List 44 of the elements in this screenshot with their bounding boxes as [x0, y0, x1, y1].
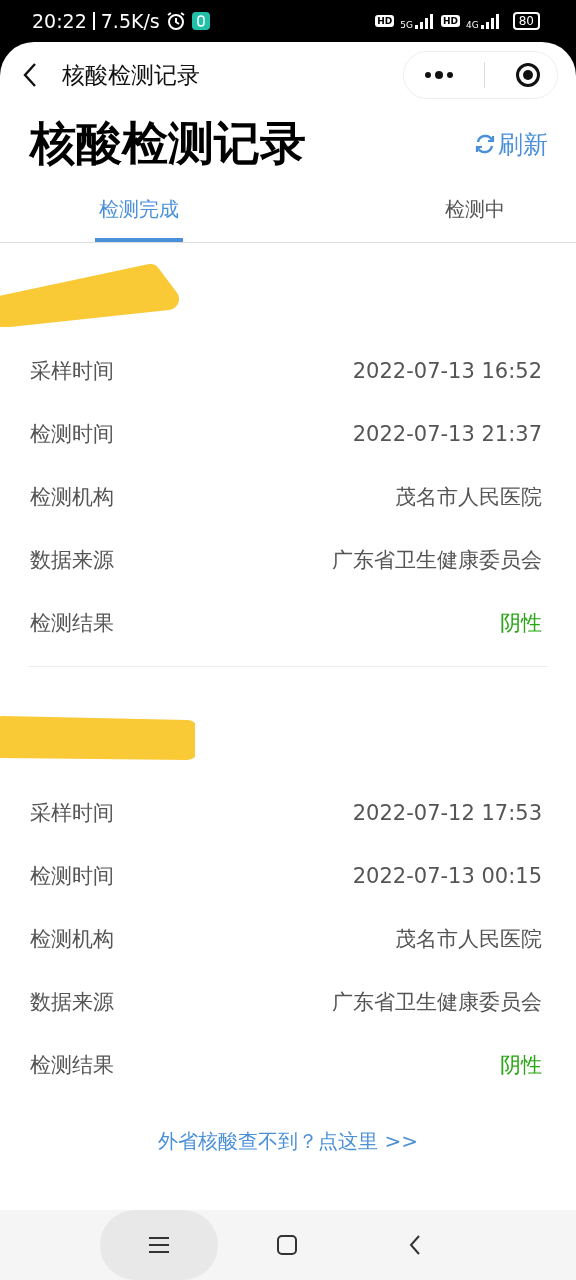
- field-label: 检测机构: [30, 483, 114, 511]
- back-key-icon[interactable]: [408, 1234, 422, 1256]
- app-notification-icon: [191, 12, 210, 30]
- more-icon[interactable]: [424, 70, 454, 80]
- back-icon[interactable]: [22, 62, 38, 88]
- tab[interactable]: 检测完成: [95, 180, 183, 242]
- field-value: 茂名市人民医院: [395, 483, 542, 511]
- field-value: 2022-07-12 17:53: [352, 800, 542, 825]
- field-label: 检测时间: [30, 420, 114, 448]
- menu-icon: [148, 1236, 170, 1254]
- other-province-link[interactable]: 外省核酸查不到？点这里 >>: [158, 1128, 418, 1155]
- field-value: 阴性: [500, 609, 542, 637]
- network-type: 4G: [466, 20, 479, 30]
- field-label: 检测结果: [30, 609, 114, 637]
- field-value: 阴性: [500, 1051, 542, 1079]
- home-key-icon[interactable]: [276, 1234, 298, 1256]
- refresh-button[interactable]: 刷新: [474, 127, 548, 161]
- field-value: 2022-07-13 16:52: [352, 358, 542, 383]
- tab[interactable]: 检测中: [373, 180, 576, 242]
- alarm-icon: [165, 11, 186, 31]
- field-value: 2022-07-13 00:15: [352, 863, 542, 888]
- field-label: 检测机构: [30, 925, 114, 953]
- hd-badge: HD: [375, 15, 395, 27]
- close-icon[interactable]: [515, 62, 541, 88]
- clock-time: 20:22: [32, 10, 87, 32]
- battery-level: 80: [512, 12, 540, 30]
- field-label: 采样时间: [30, 799, 114, 827]
- network-speed: 7.5K/s: [100, 10, 160, 32]
- field-value: 广东省卫生健康委员会: [332, 546, 542, 574]
- signal-icon: [415, 13, 435, 29]
- field-label: 数据来源: [30, 546, 114, 574]
- field-label: 检测结果: [30, 1051, 114, 1079]
- field-label: 检测时间: [30, 862, 114, 890]
- field-label: 数据来源: [30, 988, 114, 1016]
- nav-title: 核酸检测记录: [62, 60, 201, 90]
- signal-icon: [480, 13, 501, 29]
- field-value: 2022-07-13 21:37: [352, 421, 542, 446]
- network-type: 5G: [400, 20, 413, 30]
- hd-badge: HD: [441, 15, 460, 27]
- field-value: 茂名市人民医院: [395, 925, 542, 953]
- field-label: 采样时间: [30, 357, 114, 385]
- page-title: 核酸检测记录: [30, 115, 306, 172]
- refresh-icon: [474, 133, 496, 155]
- field-value: 广东省卫生健康委员会: [332, 988, 542, 1016]
